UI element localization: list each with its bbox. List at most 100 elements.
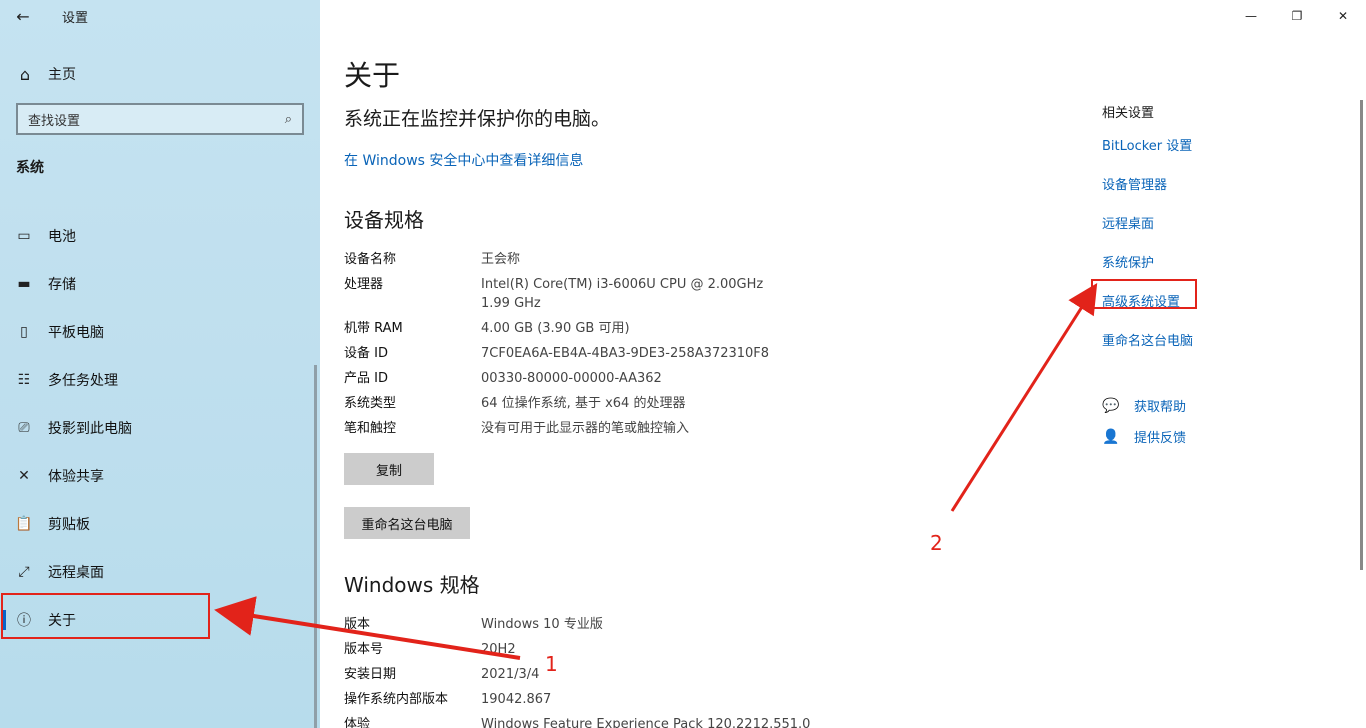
shared-experiences-icon: ✕ [18,468,30,484]
tablet-icon: ▯ [20,324,28,340]
sidebar-item-label: 电池 [48,229,76,245]
main-scrollbar[interactable] [1360,100,1363,570]
maximize-icon[interactable]: ❐ [1274,0,1320,32]
storage-icon: ▬ [17,276,31,292]
spec-key: 安装日期 [344,667,397,682]
sidebar-item-storage[interactable]: ▬ 存储 [0,260,320,308]
feedback-item[interactable]: 👤 提供反馈 [1102,421,1186,452]
close-icon[interactable]: ✕ [1320,0,1366,32]
annotation-number-2: 2 [930,531,943,555]
spec-key: 设备名称 [344,252,397,267]
get-help-item[interactable]: 💬 获取帮助 [1102,390,1186,421]
spec-key: 产品 ID [344,371,388,386]
sidebar-item-projecting[interactable]: ⎚ 投影到此电脑 [0,404,320,452]
spec-key: 体验 [344,717,371,728]
security-center-link[interactable]: 在 Windows 安全中心中查看详细信息 [344,150,583,170]
spec-row: 产品 ID 00330-80000-00000-AA362 [344,369,804,394]
spec-row: 系统类型 64 位操作系统, 基于 x64 的处理器 [344,394,804,419]
spec-value: 64 位操作系统, 基于 x64 的处理器 [481,396,686,411]
spec-value: Windows Feature Experience Pack 120.2212… [481,717,811,728]
spec-key: 版本号 [344,642,384,657]
spec-row: 设备 ID 7CF0EA6A-EB4A-4BA3-9DE3-258A372310F… [344,344,804,369]
annotation-number-1: 1 [545,652,558,676]
home-label: 主页 [48,67,76,83]
sidebar-item-label: 远程桌面 [48,565,104,581]
back-arrow-icon[interactable]: ← [0,0,46,32]
sidebar-item-label: 平板电脑 [48,325,104,341]
sidebar-item-battery[interactable]: ▭ 电池 [0,212,320,260]
spec-value: 没有可用于此显示器的笔或触控输入 [481,421,690,436]
remote-desktop-icon: ⤢ [18,564,30,580]
sidebar-item-label: 存储 [48,277,76,293]
help-section: 💬 获取帮助 👤 提供反馈 [1102,390,1186,452]
spec-value: 4.00 GB (3.90 GB 可用) [481,321,630,336]
spec-key: 设备 ID [344,346,388,361]
page-title: 关于 [344,59,401,92]
spec-key: 处理器 [344,277,384,292]
minimize-icon[interactable]: — [1228,0,1274,32]
sidebar-item-shared-experiences[interactable]: ✕ 体验共享 [0,452,320,500]
battery-icon: ▭ [17,228,31,244]
spec-key: 机带 RAM [344,321,403,336]
spec-row: 体验 Windows Feature Experience Pack 120.22… [344,715,811,728]
spec-row: 笔和触控 没有可用于此显示器的笔或触控输入 [344,419,804,444]
spec-value: 2021/3/4 [481,667,540,682]
spec-row: 安装日期 2021/3/4 [344,665,804,690]
spec-value: 00330-80000-00000-AA362 [481,371,662,386]
sidebar-item-label: 多任务处理 [48,373,118,389]
section-title: 系统 [16,160,44,176]
device-manager-link[interactable]: 设备管理器 [1102,174,1302,213]
bitlocker-link[interactable]: BitLocker 设置 [1102,135,1302,174]
protection-status: 系统正在监控并保护你的电脑。 [344,108,611,130]
multitasking-icon: ☷ [17,372,31,388]
highlight-box-advanced [1091,279,1197,309]
spec-row: 操作系统内部版本 19042.867 [344,690,804,715]
sidebar-item-remote-desktop[interactable]: ⤢ 远程桌面 [0,548,320,596]
spec-value: Windows 10 专业版 [481,617,603,632]
sidebar-item-tablet[interactable]: ▯ 平板电脑 [0,308,320,356]
search-icon[interactable]: ⌕ [285,112,292,127]
sidebar-item-label: 体验共享 [48,469,104,485]
sidebar-item-clipboard[interactable]: 📋 剪贴板 [0,500,320,548]
spec-key: 操作系统内部版本 [344,692,449,707]
related-settings-heading: 相关设置 [1102,106,1155,121]
highlight-box-about [1,593,210,639]
windows-specs-table: 版本 Windows 10 专业版 版本号 20H2 安装日期 2021/3/4 操作… [344,615,811,728]
related-settings: 相关设置 BitLocker 设置 设备管理器 远程桌面 系统保护 高级系统设置… [1102,102,1302,369]
get-help-link[interactable]: 获取帮助 [1134,396,1186,415]
clipboard-icon: 📋 [15,516,33,532]
spec-value: 王会称 [481,252,521,267]
search-input[interactable]: 查找设置 ⌕ [16,103,304,135]
feedback-link[interactable]: 提供反馈 [1134,427,1186,446]
rename-pc-link[interactable]: 重命名这台电脑 [1102,330,1302,369]
spec-key: 版本 [344,617,371,632]
spec-row: 处理器 Intel(R) Core(TM) i3-6006U CPU @ 2.00… [344,275,804,319]
device-specs-table: 设备名称 王会称 处理器 Intel(R) Core(TM) i3-6006U CP… [344,250,804,444]
spec-row: 版本 Windows 10 专业版 [344,615,804,640]
sidebar-item-multitasking[interactable]: ☷ 多任务处理 [0,356,320,404]
search-placeholder: 查找设置 [28,113,81,129]
spec-value: 7CF0EA6A-EB4A-4BA3-9DE3-258A372310F8 [481,346,770,361]
nav-list: ▭ 电池 ▬ 存储 ▯ 平板电脑 ☷ 多任务处理 ⎚ 投影到此电脑 ✕ 体验共享… [0,212,320,644]
spec-value: 19042.867 [481,692,552,707]
home-icon: ⌂ [19,64,31,84]
projecting-icon: ⎚ [18,420,30,436]
sidebar-item-label: 投影到此电脑 [48,421,132,437]
sidebar-scrollbar[interactable] [314,365,317,728]
remote-desktop-link[interactable]: 远程桌面 [1102,213,1302,252]
spec-row: 机带 RAM 4.00 GB (3.90 GB 可用) [344,319,804,344]
rename-pc-button[interactable]: 重命名这台电脑 [344,507,470,539]
app-title: 设置 [62,10,89,26]
copy-button[interactable]: 复制 [344,453,434,485]
chat-help-icon: 💬 [1102,397,1120,414]
spec-key: 系统类型 [344,396,397,411]
window-controls: — ❐ ✕ [1228,0,1366,32]
spec-value: Intel(R) Core(TM) i3-6006U CPU @ 2.00GHz… [481,277,764,311]
spec-key: 笔和触控 [344,421,397,436]
windows-specs-heading: Windows 规格 [344,573,480,597]
home-nav[interactable]: ⌂ 主页 [0,56,320,92]
device-specs-heading: 设备规格 [344,208,424,232]
feedback-icon: 👤 [1102,428,1120,445]
titlebar: ← 设置 [0,0,320,32]
sidebar-item-label: 剪贴板 [48,517,90,533]
